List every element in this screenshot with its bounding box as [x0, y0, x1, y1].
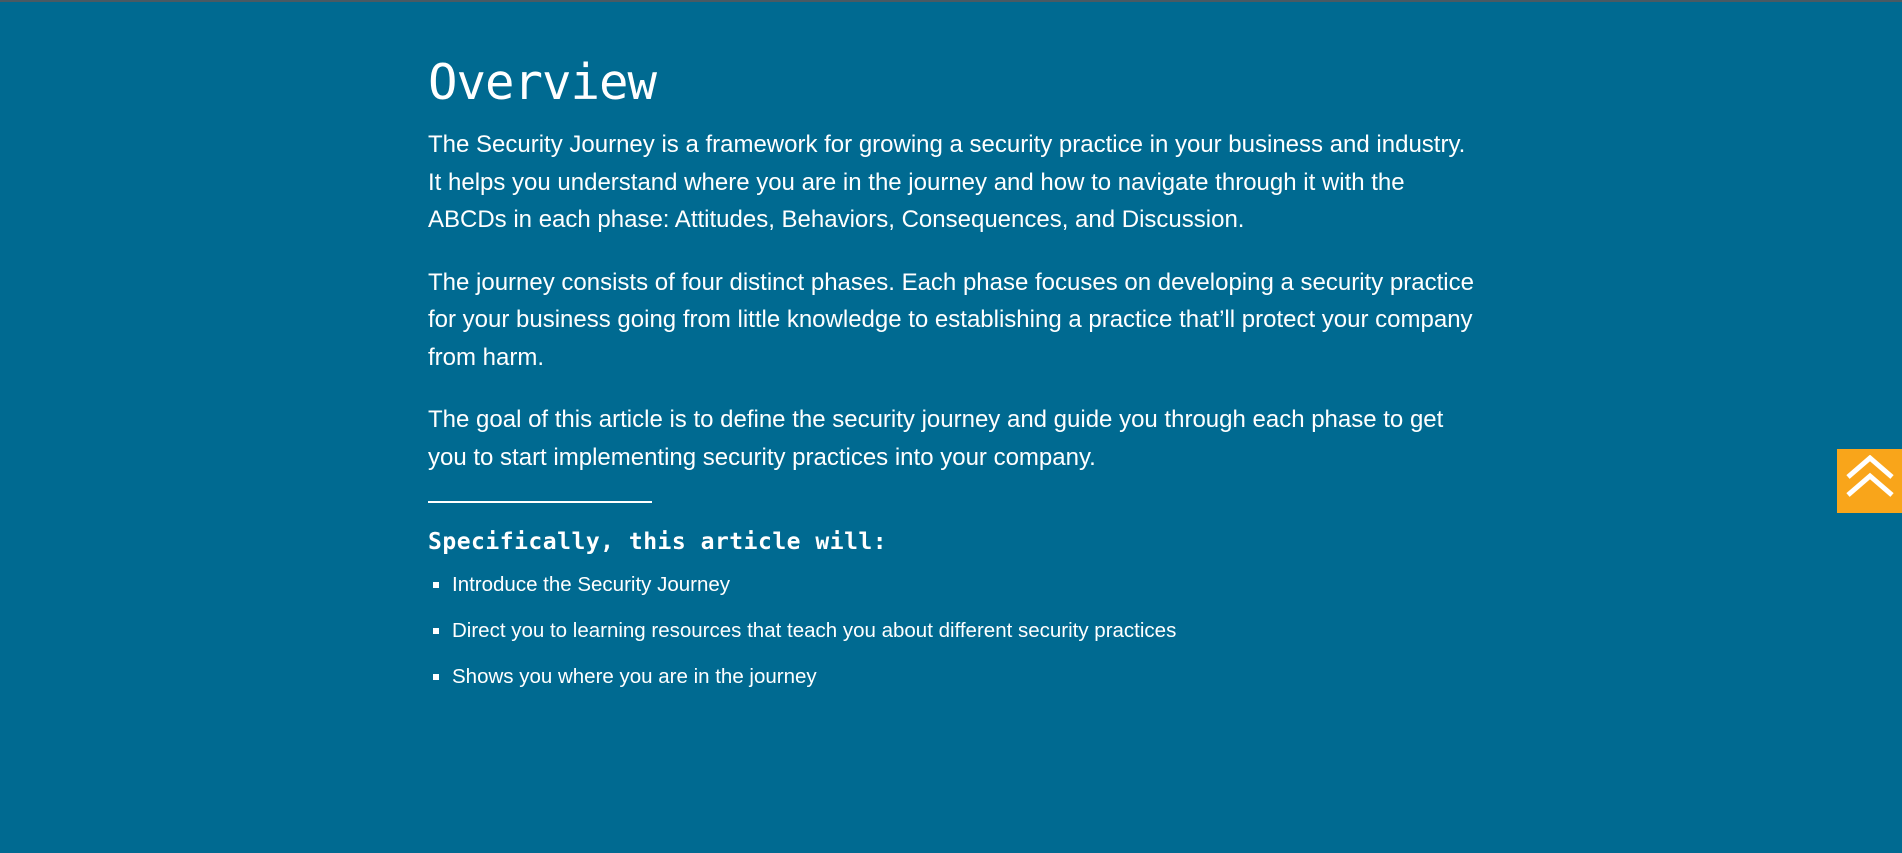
list-item: Direct you to learning resources that te… [428, 617, 1478, 645]
double-chevron-up-icon [1846, 455, 1894, 497]
top-border [0, 0, 1902, 2]
article-goals-heading: Specifically, this article will: [428, 529, 888, 555]
back-to-top-button[interactable] [1837, 449, 1902, 513]
square-bullet-icon [433, 582, 439, 588]
goal-paragraph: The goal of this article is to define th… [428, 406, 1444, 471]
phases-paragraph: The journey consists of four distinct ph… [428, 268, 1474, 371]
list-item: Shows you where you are in the journey [428, 663, 1478, 691]
list-item-text: Introduce the Security Journey [452, 573, 731, 596]
square-bullet-icon [433, 628, 439, 634]
list-item: Introduce the Security Journey [428, 571, 1478, 599]
square-bullet-icon [433, 674, 439, 680]
list-item-text: Shows you where you are in the journey [452, 665, 817, 688]
article-goals-list: Introduce the Security Journey Direct yo… [428, 571, 1478, 691]
intro-paragraph: The Security Journey is a framework for … [428, 131, 1466, 233]
page-title: Overview [428, 54, 657, 111]
list-item-text: Direct you to learning resources that te… [452, 619, 1177, 642]
article-overview: Overview The Security Journey is a frame… [428, 52, 1478, 709]
section-divider [428, 501, 652, 503]
